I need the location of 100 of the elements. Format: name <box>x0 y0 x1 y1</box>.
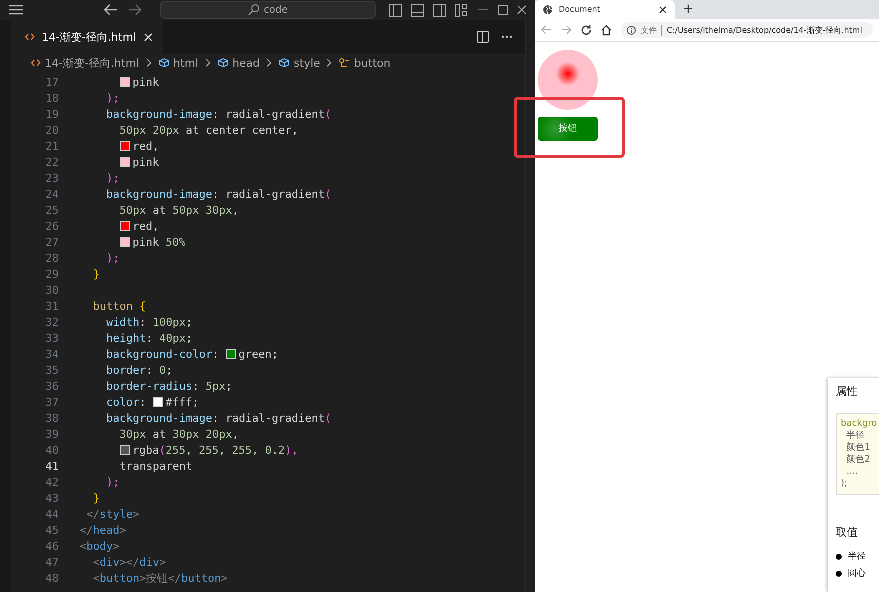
url-text: C:/Users/ithelma/Desktop/code/14-渐变-径向.html <box>667 24 862 36</box>
code-line: 30px at 30px 20px, <box>118 428 239 440</box>
chevron-icon <box>327 59 332 67</box>
code-line: ); <box>105 252 120 264</box>
chevron-icon <box>206 59 211 67</box>
code-line: 50px at 50px 30px, <box>118 204 239 216</box>
code-line: red, <box>80 140 160 152</box>
line-number: 34 <box>44 348 60 360</box>
code-line: background-image: radial-gradient( <box>105 188 332 200</box>
close-icon[interactable] <box>659 6 667 14</box>
bullet-icon <box>836 570 842 576</box>
code-line: background-color: green; <box>105 348 278 360</box>
split-editor-icon[interactable] <box>477 31 489 43</box>
line-number: 28 <box>44 252 60 264</box>
line-number: 22 <box>44 156 60 168</box>
code-line: background-image: radial-gradient( <box>105 108 332 120</box>
breadcrumb-item[interactable]: style <box>294 56 320 70</box>
code-line: height: 40px; <box>105 332 193 344</box>
forward-arrow-icon[interactable] <box>128 4 142 16</box>
breadcrumb-item[interactable]: head <box>232 56 260 70</box>
bullet-icon <box>836 554 842 560</box>
breadcrumb-item[interactable]: 14-渐变-径向.html <box>45 56 140 70</box>
line-number: 48 <box>44 572 60 584</box>
code-line: red, <box>80 220 160 232</box>
editor-tab[interactable]: 14-渐变-径向.html <box>11 20 162 54</box>
code-line: background-image: radial-gradient( <box>105 412 332 424</box>
address-bar[interactable]: 文件 C:/Users/ithelma/Desktop/code/14-渐变-径向.html <box>621 22 873 38</box>
panel-bottom-icon[interactable] <box>411 4 424 16</box>
line-number: 42 <box>44 476 60 488</box>
code-line: </head> <box>80 524 126 536</box>
line-number: 39 <box>44 428 60 440</box>
browser-tab[interactable]: Document <box>535 0 675 19</box>
code-line: pink <box>80 156 160 168</box>
line-number: 21 <box>44 140 60 152</box>
code-line: pink <box>80 76 160 88</box>
code-line: color: #fff; <box>105 396 199 408</box>
doc-heading: 属性 <box>836 384 859 399</box>
globe-icon <box>543 4 553 14</box>
command-search-field[interactable]: code <box>160 1 376 19</box>
code-line: pink 50% <box>80 236 186 248</box>
line-number: 30 <box>44 284 60 296</box>
code-file-icon <box>25 33 35 41</box>
line-number: 47 <box>44 556 60 568</box>
panel-left-icon[interactable] <box>389 4 402 16</box>
line-number: 19 <box>44 108 60 120</box>
code-line: } <box>92 492 100 504</box>
maximize-icon[interactable] <box>498 5 508 15</box>
back-arrow-icon[interactable] <box>104 4 118 16</box>
code-line: button { <box>92 300 146 312</box>
line-number: 44 <box>44 508 60 520</box>
cube-icon <box>279 58 290 68</box>
code-file-icon <box>31 59 41 67</box>
search-icon <box>248 4 260 16</box>
layout-icon[interactable] <box>455 4 468 16</box>
code-line: transparent <box>118 460 193 472</box>
code-line: <button>按钮</button> <box>92 570 228 586</box>
new-tab-button[interactable]: + <box>675 0 702 19</box>
code-line: 50px 20px at center center, <box>118 124 299 136</box>
site-info-label: 文件 <box>641 24 662 36</box>
line-number: 26 <box>44 220 60 232</box>
line-number: 24 <box>44 188 60 200</box>
close-icon[interactable] <box>517 5 527 15</box>
line-number: 17 <box>44 76 60 88</box>
breadcrumb-item[interactable]: button <box>354 56 391 70</box>
cube-icon <box>158 58 170 68</box>
menu-icon[interactable] <box>8 4 24 16</box>
home-icon[interactable] <box>601 24 612 36</box>
code-sample: backgro 半径 颜色1 颜色2 .... ); <box>836 413 879 495</box>
line-number: 38 <box>44 412 60 424</box>
line-number: 45 <box>44 524 60 536</box>
breadcrumb-item[interactable]: html <box>174 56 199 70</box>
doc-subheading: 取值 <box>836 525 859 540</box>
bullet-text: 圆心 <box>848 568 866 580</box>
line-number: 31 <box>44 300 60 312</box>
code-line: rgba(255, 255, 255, 0.2), <box>80 444 298 456</box>
cube-icon <box>218 58 229 68</box>
bullet-text: 半径 <box>848 550 866 563</box>
panel-right-icon[interactable] <box>433 4 446 16</box>
line-number: 40 <box>44 444 60 456</box>
demo-button[interactable]: 按钮 <box>538 116 598 140</box>
line-number: 29 <box>44 268 60 280</box>
code-line: </style> <box>86 508 140 520</box>
code-line: <body> <box>80 540 120 552</box>
line-number: 43 <box>44 492 60 504</box>
line-number: 33 <box>44 332 60 344</box>
line-number: 35 <box>44 364 60 376</box>
code-line: ); <box>105 92 120 104</box>
chevron-icon <box>146 59 152 67</box>
line-number: 25 <box>44 204 60 216</box>
reload-icon[interactable] <box>581 24 592 36</box>
code-line: border-radius: 5px; <box>105 380 232 392</box>
line-number: 23 <box>44 172 60 184</box>
code-line: ); <box>105 476 120 488</box>
code-line: } <box>92 268 100 280</box>
line-number: 18 <box>44 92 60 104</box>
line-number: 36 <box>44 380 60 392</box>
line-number: 27 <box>44 236 60 248</box>
chevron-icon <box>267 59 272 67</box>
line-number: 32 <box>44 316 60 328</box>
more-icon[interactable] <box>501 35 513 39</box>
